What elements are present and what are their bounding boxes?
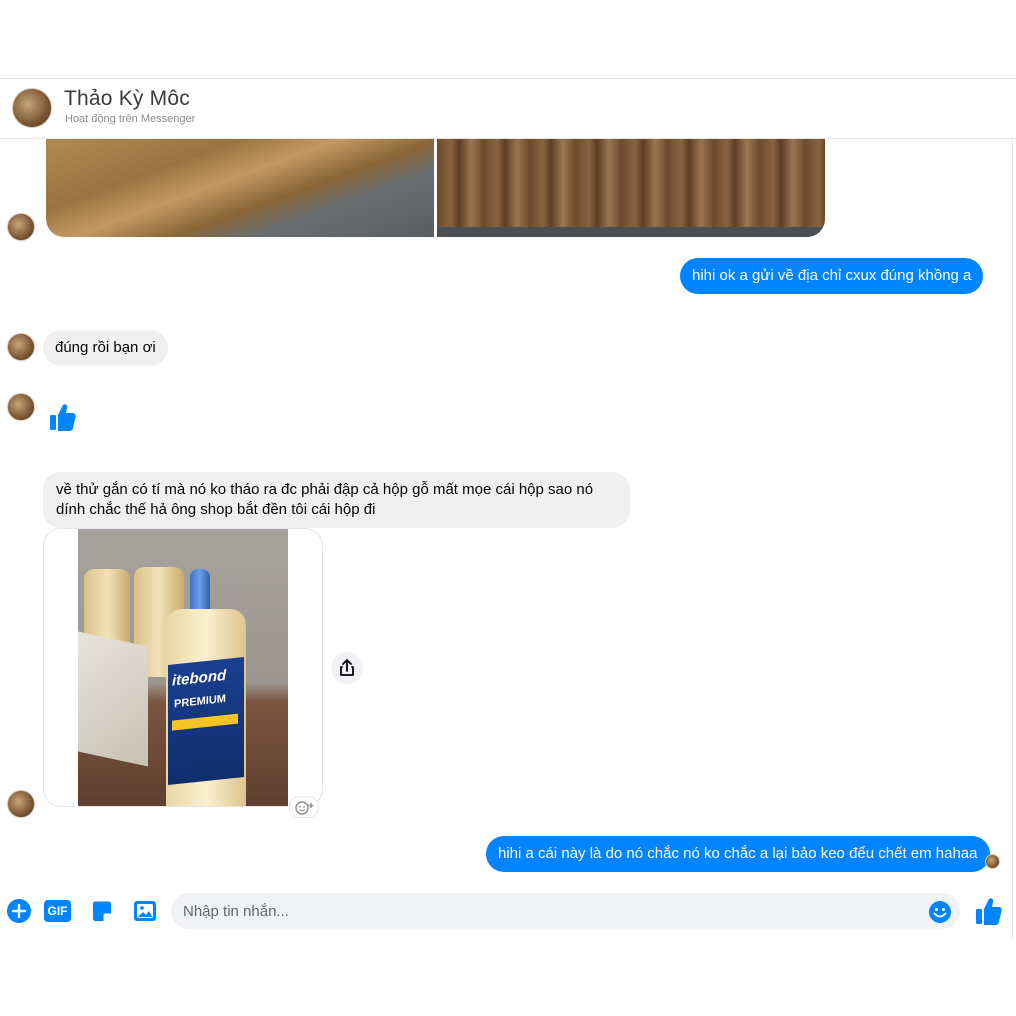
add-reaction-button[interactable] (289, 796, 319, 818)
sender-avatar (7, 213, 35, 241)
share-icon (340, 659, 354, 676)
incoming-message[interactable]: về thử gắn có tí mà nó ko tháo ra đc phả… (43, 472, 630, 528)
plus-circle-icon[interactable] (6, 898, 32, 924)
incoming-message[interactable]: đúng rồi bạn ơi (43, 330, 168, 366)
contact-avatar[interactable] (12, 88, 52, 128)
thumbs-up-icon[interactable] (48, 402, 76, 432)
shared-image-card[interactable]: itebond PREMIUM (43, 528, 323, 807)
emoji-icon[interactable] (928, 900, 952, 924)
sticker-icon[interactable] (89, 898, 115, 924)
sender-avatar (7, 333, 35, 361)
send-like-icon[interactable] (974, 896, 1002, 926)
panel-divider (1012, 139, 1013, 939)
photo-icon[interactable] (132, 898, 158, 924)
sender-avatar (7, 393, 35, 421)
conversation-header: Thảo Kỳ Môc Hoạt động trên Messenger (0, 79, 1016, 139)
gif-button[interactable]: GIF (44, 900, 71, 922)
messenger-window: Thảo Kỳ Môc Hoạt động trên Messenger hih… (0, 0, 1016, 1016)
seen-avatar (985, 854, 1000, 869)
outgoing-message[interactable]: hihi a cái này là do nó chắc nó ko chắc … (486, 836, 990, 872)
message-input-wrapper (171, 893, 960, 929)
label-line: PREMIUM (174, 692, 226, 711)
label-brand: itebond (172, 666, 227, 690)
contact-status: Hoạt động trên Messenger (65, 113, 196, 125)
composer-bar: GIF (0, 890, 1016, 930)
shared-photo-2[interactable] (437, 139, 825, 237)
glue-bottle-photo: itebond PREMIUM (78, 529, 288, 806)
share-button[interactable] (331, 652, 363, 684)
outgoing-message[interactable]: hihi ok a gửi về địa chỉ cxux đúng khồng… (680, 258, 984, 294)
shared-photo-1[interactable] (46, 139, 434, 237)
sender-avatar (7, 790, 35, 818)
smiley-plus-icon (295, 801, 314, 815)
message-input[interactable] (171, 893, 911, 929)
contact-name[interactable]: Thảo Kỳ Môc (64, 87, 190, 111)
